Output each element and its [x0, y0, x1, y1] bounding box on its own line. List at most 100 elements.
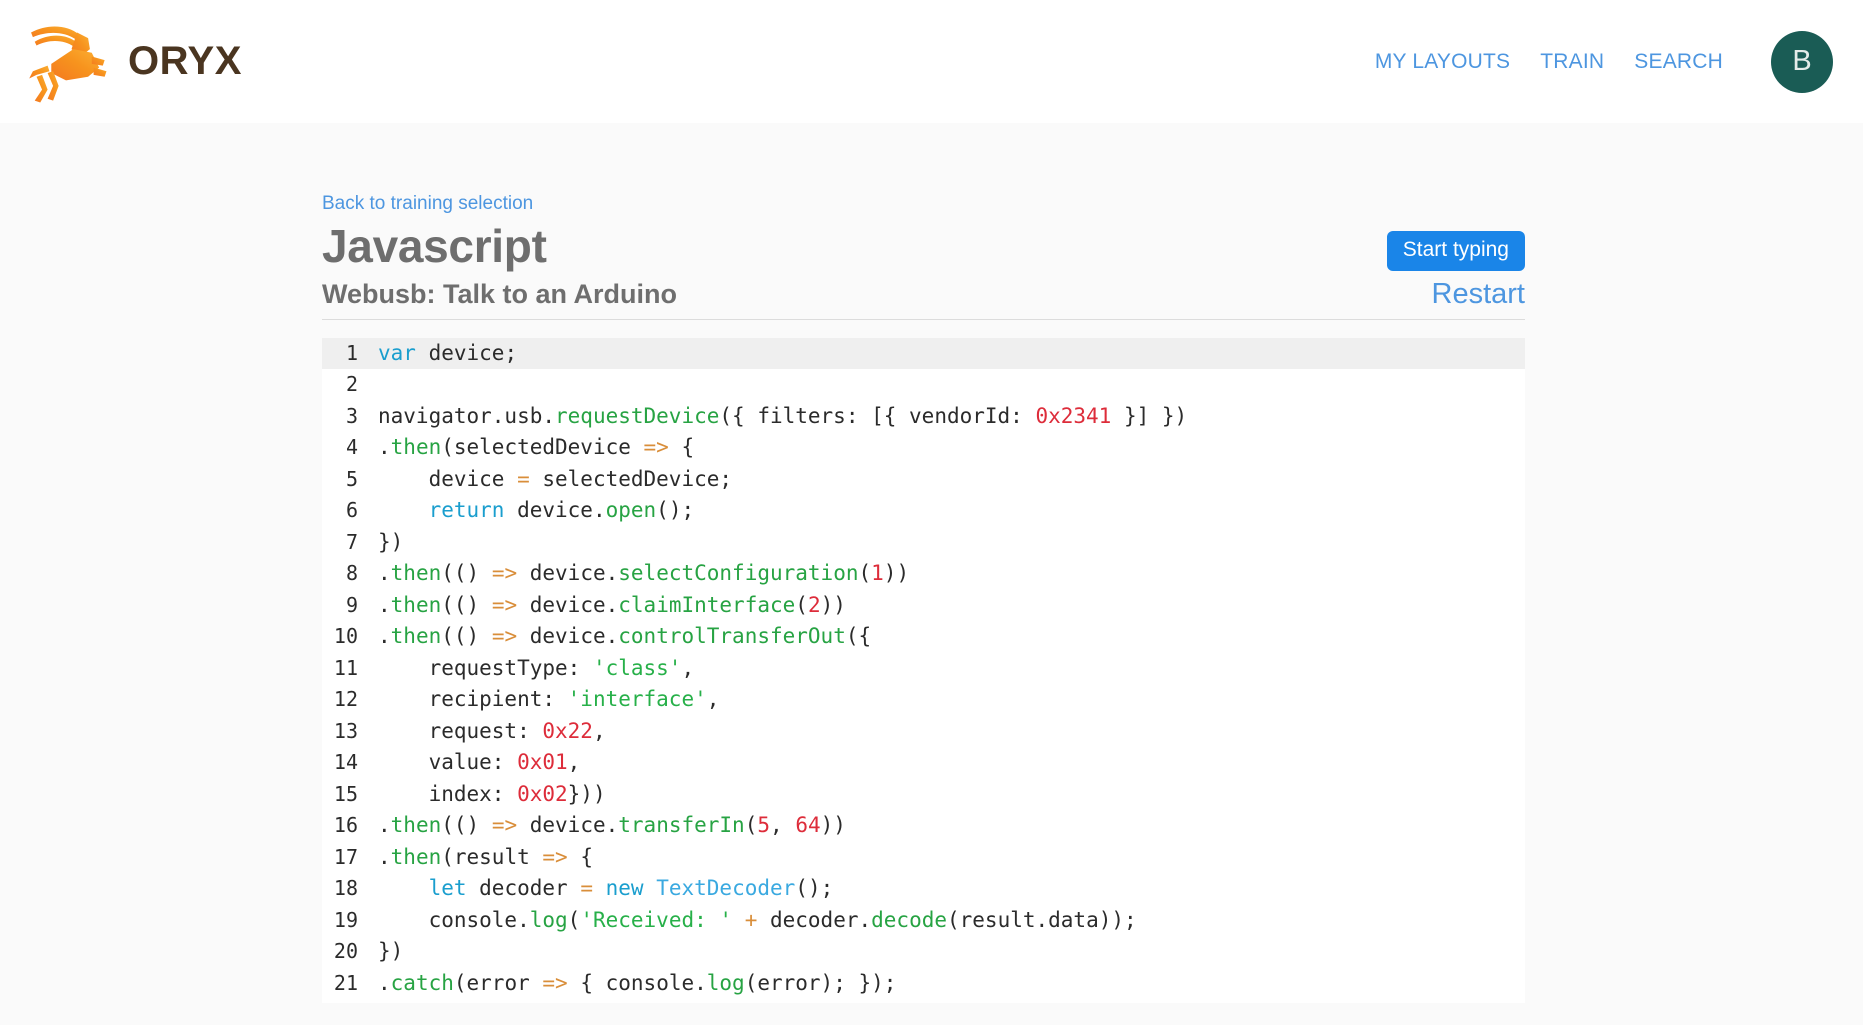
line-number: 16 — [333, 813, 358, 838]
nav-link-my-layouts[interactable]: MY LAYOUTS — [1375, 50, 1510, 74]
code-token: => — [491, 592, 518, 617]
code-token: decoder — [466, 876, 581, 901]
code-token: 5 — [757, 813, 771, 838]
code-line[interactable]: 5 device = selectedDevice; — [322, 464, 1525, 496]
code-token: 0x02 — [517, 781, 568, 806]
code-token: TextDecoder — [656, 876, 796, 901]
nav-link-search[interactable]: SEARCH — [1634, 50, 1723, 74]
line-number: 19 — [333, 907, 358, 932]
code-token: then — [390, 435, 442, 460]
code-line[interactable]: 16 .then(() => device.transferIn(5, 64)) — [322, 810, 1525, 842]
code-token: recipient: — [378, 687, 568, 712]
code-line[interactable]: 17 .then(result => { — [322, 842, 1525, 874]
code-token: selectedDevice; — [529, 466, 733, 491]
code-token: log — [706, 970, 745, 995]
code-token: . — [378, 844, 391, 869]
code-line[interactable]: 12 recipient: 'interface', — [322, 684, 1525, 716]
code-line[interactable]: 7}) — [322, 527, 1525, 559]
code-line-content: .catch(error => { console.log(error); })… — [358, 968, 896, 1000]
code-token: controlTransferOut — [618, 624, 846, 649]
code-token: device. — [517, 813, 619, 838]
code-token: ( — [744, 813, 758, 838]
code-token: catch — [390, 970, 454, 995]
code-line[interactable]: 10 .then(() => device.controlTransferOut(… — [322, 621, 1525, 653]
code-token: . — [378, 970, 391, 995]
code-token: (() — [441, 624, 492, 649]
code-line-content: .then(() => device.claimInterface(2)) — [358, 590, 846, 622]
code-token: log — [529, 907, 568, 932]
line-number: 4 — [345, 435, 358, 460]
code-token: 'class' — [592, 655, 682, 680]
start-typing-button[interactable]: Start typing — [1386, 231, 1525, 271]
code-line[interactable]: 18 let decoder = new TextDecoder(); — [322, 873, 1525, 905]
code-token: . — [378, 561, 391, 586]
line-number: 11 — [333, 655, 358, 680]
page-body: Back to training selection Javascript St… — [0, 123, 1863, 1004]
code-token: then — [390, 561, 442, 586]
code-line[interactable]: 13 request: 0x22, — [322, 716, 1525, 748]
code-token: . — [378, 813, 391, 838]
code-token: device; — [415, 340, 518, 365]
code-token: then — [390, 844, 442, 869]
line-number: 17 — [333, 844, 358, 869]
code-line-content: }) — [358, 527, 403, 559]
brand[interactable]: ORYX — [20, 16, 242, 108]
code-token: 64 — [795, 813, 821, 838]
code-token: 0x22 — [542, 718, 593, 743]
code-token: return — [428, 498, 505, 523]
code-line[interactable]: 20}) — [322, 936, 1525, 968]
code-token: )) — [820, 592, 846, 617]
nav-link-train[interactable]: TRAIN — [1540, 50, 1604, 74]
code-line[interactable]: 19 console.log('Received: ' + decoder.de… — [322, 905, 1525, 937]
code-token: new — [605, 876, 644, 901]
code-token: )) — [820, 813, 846, 838]
code-token: 1 — [871, 561, 884, 586]
code-token: ( — [567, 907, 581, 932]
user-avatar[interactable]: B — [1771, 30, 1833, 93]
code-line[interactable]: 21 .catch(error => { console.log(error); … — [322, 968, 1525, 1000]
code-token: , — [706, 687, 720, 712]
code-line[interactable]: 2 — [322, 369, 1525, 401]
code-token: open — [605, 498, 657, 523]
code-line[interactable]: 1 var device; — [322, 337, 1525, 370]
code-line[interactable]: 11 requestType: 'class', — [322, 653, 1525, 685]
code-token: (() — [441, 561, 492, 586]
code-token: selectConfiguration — [618, 561, 859, 586]
code-line[interactable]: 14 value: 0x01, — [322, 747, 1525, 779]
line-number: 20 — [333, 939, 358, 964]
code-line[interactable]: 3 navigator.usb.requestDevice({ filters: … — [322, 401, 1525, 433]
title-row: Javascript Start typing — [322, 220, 1525, 273]
code-token: then — [390, 592, 442, 617]
content-column: Back to training selection Javascript St… — [322, 123, 1525, 1004]
subtitle-row: Webusb: Talk to an Arduino Restart — [322, 278, 1525, 320]
oryx-antelope-logo-icon — [20, 16, 112, 108]
line-number: 8 — [345, 561, 358, 586]
code-line-content: .then(() => device.transferIn(5, 64)) — [358, 810, 846, 842]
line-number: 13 — [333, 718, 358, 743]
code-line[interactable]: 15 index: 0x02})) — [322, 779, 1525, 811]
code-token: then — [390, 813, 442, 838]
back-to-training-selection-link[interactable]: Back to training selection — [322, 193, 533, 215]
code-line-content: .then(selectedDevice => { — [358, 432, 694, 464]
code-token: (error — [453, 970, 543, 995]
code-line[interactable]: 9 .then(() => device.claimInterface(2)) — [322, 590, 1525, 622]
code-token: decoder. — [757, 907, 872, 932]
code-line[interactable]: 6 return device.open(); — [322, 495, 1525, 527]
code-token: index: — [378, 781, 518, 806]
code-token: claimInterface — [618, 592, 796, 617]
code-token: . — [378, 624, 391, 649]
code-line[interactable]: 4 .then(selectedDevice => { — [322, 432, 1525, 464]
restart-link[interactable]: Restart — [1432, 278, 1525, 311]
code-token: requestType: — [378, 655, 593, 680]
code-line-content: index: 0x02})) — [358, 779, 606, 811]
code-editor[interactable]: 1 var device; 2 3 navigator.usb.requestDevic… — [322, 337, 1525, 1004]
code-line-content: .then(() => device.selectConfiguration(1… — [358, 558, 909, 590]
code-line[interactable]: 8 .then(() => device.selectConfiguration(… — [322, 558, 1525, 590]
code-token: value: — [378, 750, 518, 775]
code-token: navigator.usb. — [378, 403, 556, 428]
code-token: ({ — [845, 624, 872, 649]
